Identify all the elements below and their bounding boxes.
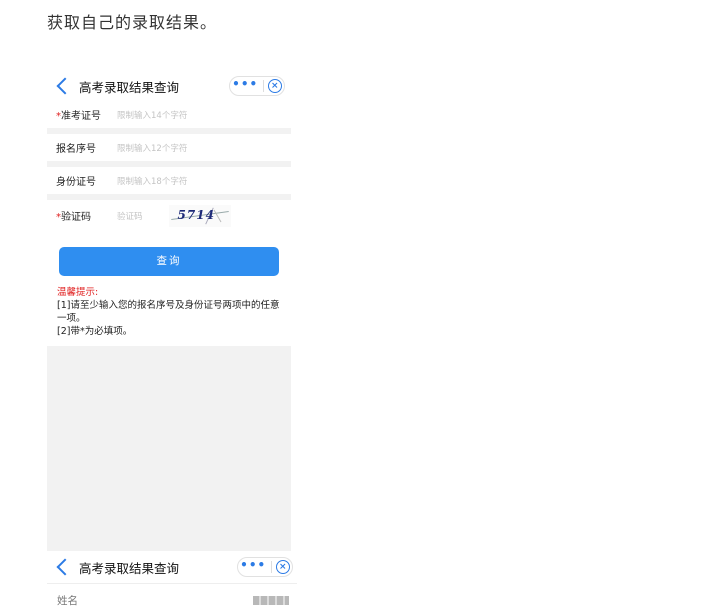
nav-bar: 高考录取结果查询 ••• × <box>47 71 291 101</box>
field-label: *验证码 <box>47 208 117 223</box>
tip-line-1: [1]请至少输入您的报名序号及身份证号两项中的任意一项。 <box>57 300 280 324</box>
miniprogram-capsule: ••• × <box>229 76 285 96</box>
tips-panel: 温馨提示: [1]请至少输入您的报名序号及身份证号两项中的任意一项。 [2]带*… <box>47 282 291 346</box>
query-button[interactable]: 查询 <box>59 247 279 276</box>
field-id-number: 身份证号 限制输入18个字符 <box>47 167 291 200</box>
nav-bar: 高考录取结果查询 ••• × <box>47 551 297 583</box>
close-icon[interactable]: × <box>267 79 282 93</box>
button-area: 查询 <box>47 231 291 282</box>
field-label-text: 准考证号 <box>61 111 101 122</box>
captcha-code: 5714 <box>177 207 215 222</box>
field-registration-number: 报名序号 限制输入12个字符 <box>47 134 291 167</box>
exam-number-input[interactable]: 限制输入14个字符 <box>117 109 187 121</box>
registration-number-input[interactable]: 限制输入12个字符 <box>117 142 187 154</box>
captcha-input[interactable]: 验证码 <box>117 210 143 222</box>
name-label: 姓名 <box>57 594 78 607</box>
phone-screenshot-result: 高考录取结果查询 ••• × 姓名 <box>47 551 297 615</box>
field-exam-number: *准考证号 限制输入14个字符 <box>47 101 291 134</box>
field-label: 身份证号 <box>56 177 96 188</box>
back-arrow-icon[interactable] <box>56 77 74 95</box>
page-title: 高考录取结果查询 <box>79 79 180 95</box>
more-icon[interactable]: ••• <box>240 559 266 571</box>
result-row-name: 姓名 <box>47 583 297 615</box>
field-captcha: *验证码 验证码 5714 <box>47 200 291 231</box>
capsule-divider <box>270 561 272 573</box>
id-number-input[interactable]: 限制输入18个字符 <box>117 175 187 187</box>
miniprogram-capsule: ••• × <box>237 557 293 577</box>
close-icon[interactable]: × <box>275 560 290 574</box>
blurred-value <box>253 595 289 605</box>
capsule-divider <box>262 80 264 92</box>
tips-title: 温馨提示: <box>57 287 99 298</box>
more-icon[interactable]: ••• <box>232 78 258 90</box>
field-label: *准考证号 <box>47 107 117 122</box>
tip-line-2: [2]带*为必填项。 <box>57 326 133 337</box>
phone-screenshot-query-form: 高考录取结果查询 ••• × *准考证号 限制输入14个字符 报名序号 限制输入… <box>47 71 291 552</box>
back-arrow-icon[interactable] <box>56 558 74 576</box>
field-label-text: 验证码 <box>61 212 91 223</box>
field-label: 报名序号 <box>56 144 96 155</box>
page-title: 高考录取结果查询 <box>79 560 180 576</box>
article-text: 获取自己的录取结果。 <box>47 13 218 32</box>
captcha-image[interactable]: 5714 <box>168 204 231 227</box>
